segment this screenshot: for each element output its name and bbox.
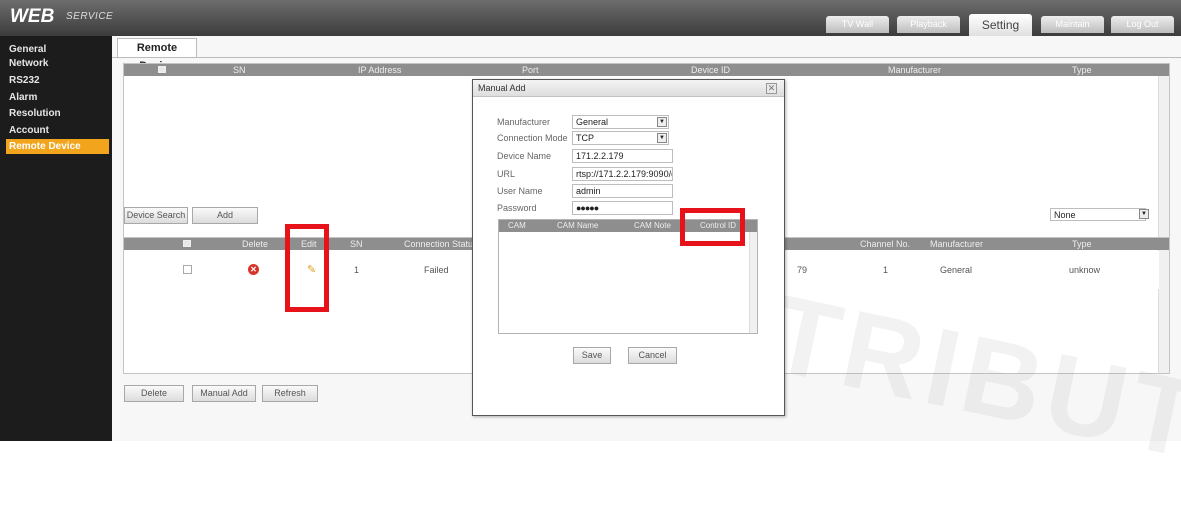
column-header-ip-address[interactable]: IP Address: [358, 64, 401, 76]
column-header-manufacturer[interactable]: Manufacturer: [888, 64, 941, 76]
logo-subtitle: SERVICE: [66, 11, 114, 22]
manual-add-button[interactable]: Manual Add: [192, 385, 256, 402]
password-input[interactable]: ●●●●●: [572, 201, 673, 215]
sidebar-item-rs232[interactable]: RS232: [9, 75, 40, 86]
column-header-cam[interactable]: CAM: [508, 220, 526, 232]
sidebar-item-resolution[interactable]: Resolution: [9, 108, 61, 119]
column-header-device-id[interactable]: Device ID: [691, 64, 730, 76]
save-button[interactable]: Save: [573, 347, 611, 364]
tab-divider: [112, 57, 1181, 58]
scrollbar[interactable]: [1158, 76, 1169, 238]
select-all-checkbox[interactable]: [183, 240, 191, 247]
manual-add-dialog: Manual Add ✕ Manufacturer General ▼ Conn…: [472, 79, 785, 416]
table-header: SN IP Address Port Device ID Manufacture…: [124, 64, 1169, 76]
tab-remote-device[interactable]: Remote Device: [117, 38, 197, 72]
column-header-cam-name[interactable]: CAM Name: [557, 220, 598, 232]
column-header-cam-note[interactable]: CAM Note: [634, 220, 671, 232]
refresh-button[interactable]: Refresh: [262, 385, 318, 402]
column-header-manufacturer[interactable]: Manufacturer: [930, 238, 983, 250]
user-name-input[interactable]: admin: [572, 184, 673, 198]
user-name-label: User Name: [497, 186, 543, 196]
column-header-channel-no[interactable]: Channel No.: [860, 238, 910, 250]
connection-mode-select-value: TCP: [576, 133, 594, 143]
device-name-input[interactable]: 171.2.2.179: [572, 149, 673, 163]
channel-no-value: 1: [883, 265, 889, 275]
add-button[interactable]: Add: [192, 207, 258, 224]
sidebar-item-remote-device[interactable]: Remote Device: [6, 139, 109, 154]
manufacturer-label: Manufacturer: [497, 117, 551, 127]
connection-status-value: Failed: [424, 265, 449, 275]
chevron-down-icon[interactable]: ▼: [657, 117, 667, 127]
column-header-connection-status[interactable]: Connection Status: [404, 238, 478, 250]
sn-value: 1: [354, 265, 360, 275]
column-header-port[interactable]: Port: [522, 64, 539, 76]
highlight-box-edit: [285, 224, 329, 312]
logo: WEB: [10, 6, 55, 27]
manufacturer-select-value: General: [576, 117, 609, 127]
column-header-type[interactable]: Type: [1072, 64, 1092, 76]
device-search-button[interactable]: Device Search: [124, 207, 188, 224]
connection-mode-label: Connection Mode: [497, 133, 568, 143]
manufacturer-value: General: [940, 265, 973, 275]
sidebar-item-account[interactable]: Account: [9, 125, 49, 136]
sidebar: General Network RS232 Alarm Resolution A…: [0, 36, 112, 441]
tab-log-out[interactable]: Log Out: [1111, 16, 1174, 33]
chevron-down-icon[interactable]: ▼: [657, 133, 667, 143]
connection-mode-select[interactable]: TCP ▼: [572, 131, 669, 145]
type-value: unknow: [1069, 265, 1101, 275]
row-checkbox[interactable]: [183, 265, 192, 274]
url-label: URL: [497, 169, 516, 179]
scrollbar[interactable]: [1158, 250, 1169, 373]
delete-icon[interactable]: ✕: [248, 264, 259, 275]
url-input[interactable]: rtsp://171.2.2.179:9090/dss: [572, 167, 673, 181]
device-name-label: Device Name: [497, 151, 552, 161]
tab-playback[interactable]: Playback: [897, 16, 960, 33]
tab-maintain[interactable]: Maintain: [1041, 16, 1104, 33]
column-header-type[interactable]: Type: [1072, 238, 1092, 250]
scrollbar[interactable]: [749, 232, 757, 333]
delete-button[interactable]: Delete: [124, 385, 184, 402]
dialog-title: Manual Add: [473, 80, 784, 97]
sidebar-item-general[interactable]: General: [9, 44, 46, 55]
column-header-sn[interactable]: SN: [350, 238, 363, 250]
select-all-checkbox[interactable]: [158, 66, 166, 73]
top-bar: WEB SERVICE TV Wall Playback Setting Mai…: [0, 0, 1181, 36]
manufacturer-select[interactable]: General ▼: [572, 115, 669, 129]
ip-address-value: 79: [797, 265, 808, 275]
column-header-sn[interactable]: SN: [233, 64, 246, 76]
cancel-button[interactable]: Cancel: [628, 347, 677, 364]
sidebar-item-alarm[interactable]: Alarm: [9, 92, 37, 103]
filter-select-value: None: [1054, 210, 1076, 220]
column-header-delete[interactable]: Delete: [242, 238, 268, 250]
tab-tv-wall[interactable]: TV Wall: [826, 16, 889, 33]
close-icon[interactable]: ✕: [766, 83, 777, 94]
filter-select[interactable]: None: [1050, 208, 1146, 221]
highlight-box-control-id: [680, 208, 745, 246]
chevron-down-icon[interactable]: ▼: [1139, 209, 1149, 219]
sidebar-item-network[interactable]: Network: [9, 58, 48, 69]
tab-setting[interactable]: Setting: [969, 14, 1032, 36]
password-label: Password: [497, 203, 537, 213]
